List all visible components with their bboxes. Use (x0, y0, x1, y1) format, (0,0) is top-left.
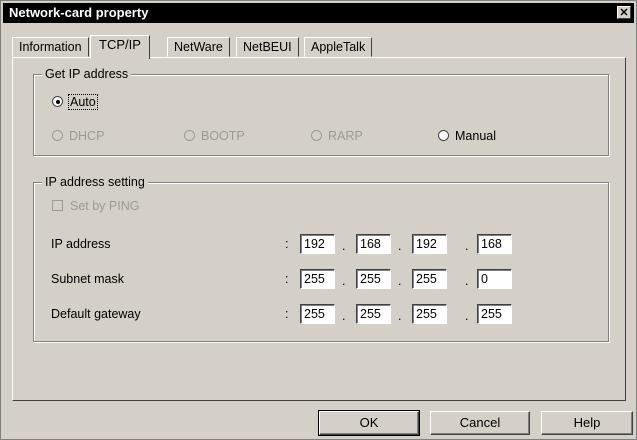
subnet-mask-octet-1[interactable]: 255 (300, 269, 335, 289)
tab-information[interactable]: Information (12, 37, 89, 57)
default-gateway-octet-2[interactable]: 255 (356, 304, 391, 324)
ip-address-octet-4[interactable]: 168 (477, 234, 512, 254)
tab-netbeui[interactable]: NetBEUI (236, 37, 299, 57)
tab-tcpip[interactable]: TCP/IP (90, 35, 150, 59)
ip-address-label: IP address (51, 237, 111, 251)
title-bar: Network-card property ✕ (3, 3, 634, 23)
ok-button[interactable]: OK (318, 410, 420, 436)
octet-separator: . (342, 274, 346, 288)
radio-bootp-label: BOOTP (201, 129, 245, 143)
tab-appletalk[interactable]: AppleTalk (304, 37, 373, 57)
octet-separator: . (342, 239, 346, 253)
octet-separator: . (465, 309, 469, 323)
octet-separator: . (342, 309, 346, 323)
octet-separator: . (398, 309, 402, 323)
radio-button-icon (52, 96, 63, 108)
colon: : (285, 237, 289, 251)
subnet-mask-octet-2[interactable]: 255 (356, 269, 391, 289)
get-ip-address-group: Get IP address Auto DHCP BOOTP RARP Manu… (33, 66, 609, 156)
set-by-ping-label: Set by PING (70, 199, 140, 213)
default-gateway-octet-1[interactable]: 255 (300, 304, 335, 324)
radio-button-icon (52, 130, 63, 142)
radio-dhcp[interactable]: DHCP (52, 127, 104, 145)
octet-separator: . (398, 274, 402, 288)
cancel-button[interactable]: Cancel (430, 411, 530, 435)
default-gateway-label: Default gateway (51, 307, 141, 321)
radio-button-icon (311, 130, 322, 142)
octet-separator: . (465, 274, 469, 288)
radio-manual-label: Manual (455, 129, 496, 143)
default-gateway-octet-3[interactable]: 255 (412, 304, 447, 324)
subnet-mask-octet-4[interactable]: 0 (477, 269, 512, 289)
radio-manual[interactable]: Manual (438, 127, 496, 145)
radio-dhcp-label: DHCP (69, 129, 105, 143)
octet-separator: . (398, 239, 402, 253)
ip-address-setting-legend: IP address setting (42, 174, 148, 190)
tab-netware[interactable]: NetWare (167, 37, 230, 57)
ip-address-octet-2[interactable]: 168 (356, 234, 391, 254)
colon: : (285, 272, 289, 286)
get-ip-address-legend: Get IP address (42, 66, 132, 82)
radio-button-icon (438, 130, 449, 142)
radio-auto[interactable]: Auto (52, 93, 98, 111)
subnet-mask-label: Subnet mask (51, 272, 124, 286)
help-button[interactable]: Help (541, 411, 633, 435)
set-by-ping-checkbox[interactable]: Set by PING (52, 197, 139, 215)
ip-address-octet-3[interactable]: 192 (412, 234, 447, 254)
octet-separator: . (465, 239, 469, 253)
radio-button-icon (184, 130, 195, 142)
ip-address-setting-group: IP address setting Set by PING IP addres… (33, 174, 609, 342)
radio-rarp-label: RARP (328, 129, 363, 143)
radio-bootp[interactable]: BOOTP (184, 127, 245, 145)
radio-rarp[interactable]: RARP (311, 127, 363, 145)
tcpip-panel: Get IP address Auto DHCP BOOTP RARP Manu… (12, 57, 626, 401)
colon: : (285, 307, 289, 321)
default-gateway-octet-4[interactable]: 255 (477, 304, 512, 324)
radio-auto-label: Auto (68, 94, 98, 110)
ip-address-octet-1[interactable]: 192 (300, 234, 335, 254)
checkbox-icon (52, 200, 63, 212)
window-title: Network-card property (9, 5, 149, 20)
network-card-property-dialog: Network-card property ✕ Information TCP/… (0, 0, 637, 440)
close-icon[interactable]: ✕ (617, 6, 631, 19)
subnet-mask-octet-3[interactable]: 255 (412, 269, 447, 289)
